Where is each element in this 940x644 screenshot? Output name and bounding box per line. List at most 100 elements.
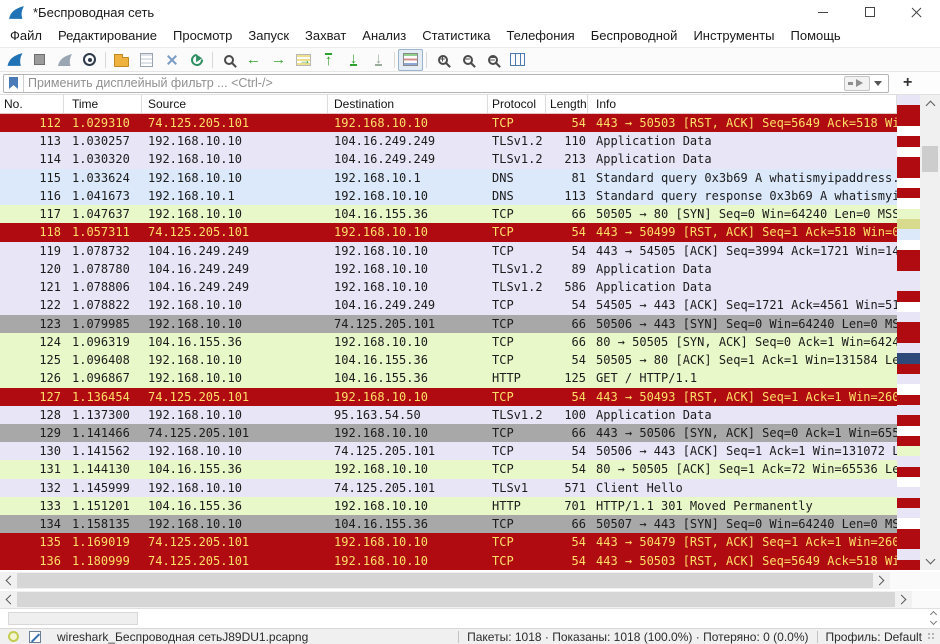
packet-row[interactable]: 1241.096319104.16.155.36192.168.10.10TCP… — [0, 333, 897, 351]
packet-row[interactable]: 1201.078780104.16.249.249192.168.10.10TL… — [0, 260, 897, 278]
save-file-button[interactable] — [134, 49, 159, 71]
vertical-scroll-thumb[interactable] — [922, 146, 938, 172]
menu-item-tools[interactable]: Инструменты — [685, 25, 782, 46]
packet-row[interactable]: 1331.151201104.16.155.36192.168.10.10HTT… — [0, 497, 897, 515]
reload-file-button[interactable] — [184, 49, 209, 71]
close-button[interactable] — [893, 0, 940, 24]
packet-row[interactable]: 1311.144130104.16.155.36192.168.10.10TCP… — [0, 460, 897, 478]
zoom-in-button[interactable]: + — [430, 49, 455, 71]
packet-row[interactable]: 1261.096867192.168.10.10104.16.155.36HTT… — [0, 369, 897, 387]
zoom-out-button[interactable]: − — [455, 49, 480, 71]
menu-item-help[interactable]: Помощь — [783, 25, 849, 46]
scroll-up-button[interactable] — [920, 95, 940, 112]
packet-row[interactable]: 1271.13645474.125.205.101192.168.10.10TC… — [0, 388, 897, 406]
packet-row[interactable]: 1351.16901974.125.205.101192.168.10.10TC… — [0, 533, 897, 551]
maximize-button[interactable] — [846, 0, 893, 24]
find-packet-button[interactable] — [216, 49, 241, 71]
minimap-stripe — [897, 498, 920, 508]
filter-bookmark-button[interactable] — [4, 75, 24, 92]
display-filter-input[interactable] — [24, 76, 844, 91]
packet-row[interactable]: 1121.02931074.125.205.101192.168.10.10TC… — [0, 114, 897, 132]
packet-row[interactable]: 1191.078732104.16.249.249192.168.10.10TC… — [0, 242, 897, 260]
scroll-right-button[interactable] — [895, 591, 912, 608]
column-header-length[interactable]: Length — [546, 95, 588, 113]
packet-row[interactable]: 1161.041673192.168.10.1192.168.10.10DNS1… — [0, 187, 897, 205]
packet-row[interactable]: 1141.030320192.168.10.10104.16.249.249TL… — [0, 150, 897, 168]
capture-options-button[interactable] — [77, 49, 102, 71]
start-capture-button[interactable] — [2, 49, 27, 71]
go-forward-button[interactable]: → — [266, 49, 291, 71]
packet-row[interactable]: 1361.18099974.125.205.101192.168.10.10TC… — [0, 552, 897, 570]
horizontal-scrollbar-list[interactable] — [0, 572, 890, 589]
apply-filter-button[interactable] — [844, 76, 870, 91]
packet-row[interactable]: 1211.078806104.16.249.249192.168.10.10TL… — [0, 278, 897, 296]
column-header-info[interactable]: Info — [588, 95, 897, 113]
vertical-scrollbar[interactable] — [920, 95, 940, 570]
stop-capture-button[interactable] — [27, 49, 52, 71]
restart-capture-button[interactable] — [52, 49, 77, 71]
column-header-source[interactable]: Source — [142, 95, 328, 113]
add-filter-button[interactable]: + — [903, 75, 912, 91]
menu-item-wireless[interactable]: Беспроводной — [583, 25, 686, 46]
packet-row[interactable]: 1181.05731174.125.205.101192.168.10.10TC… — [0, 223, 897, 241]
tiny-scrollbar[interactable] — [931, 610, 936, 624]
packet-row[interactable]: 1301.141562192.168.10.1074.125.205.101TC… — [0, 442, 897, 460]
packet-row[interactable]: 1341.158135192.168.10.10104.16.155.36TCP… — [0, 515, 897, 533]
menu-item-go[interactable]: Запуск — [240, 25, 297, 46]
filter-dropdown-caret-icon[interactable] — [874, 81, 882, 90]
resize-grip-icon[interactable] — [928, 633, 936, 641]
menu-item-edit[interactable]: Редактирование — [50, 25, 165, 46]
horizontal-scroll-thumb[interactable] — [17, 573, 873, 588]
packet-row[interactable]: 1221.078822192.168.10.10104.16.249.249TC… — [0, 296, 897, 314]
cell-info: 80 → 50505 [ACK] Seq=1 Ack=72 Win=65536 … — [588, 460, 897, 478]
menu-item-view[interactable]: Просмотр — [165, 25, 240, 46]
stop-square-icon — [34, 54, 45, 65]
scroll-down-button[interactable] — [920, 553, 940, 570]
packet-row[interactable]: 1291.14146674.125.205.101192.168.10.10TC… — [0, 424, 897, 442]
packet-row[interactable]: 1251.096408192.168.10.10104.16.155.36TCP… — [0, 351, 897, 369]
horizontal-scroll-thumb[interactable] — [17, 592, 895, 607]
column-header-protocol[interactable]: Protocol — [488, 95, 546, 113]
colorize-packets-button[interactable] — [398, 49, 423, 71]
cell-source: 192.168.10.10 — [142, 150, 328, 168]
column-header-time[interactable]: Time — [64, 95, 142, 113]
menu-item-file[interactable]: Файл — [2, 25, 50, 46]
menu-item-capture[interactable]: Захват — [297, 25, 354, 46]
packet-row[interactable]: 1321.145999192.168.10.1074.125.205.101TL… — [0, 479, 897, 497]
packet-row[interactable]: 1171.047637192.168.10.10104.16.155.36TCP… — [0, 205, 897, 223]
menu-item-analyze[interactable]: Анализ — [354, 25, 414, 46]
minimap-stripe — [897, 374, 920, 384]
menu-item-statistics[interactable]: Статистика — [414, 25, 498, 46]
minimap-stripe — [897, 260, 920, 270]
go-to-packet-button[interactable] — [291, 49, 316, 71]
zoom-original-button[interactable]: = — [480, 49, 505, 71]
column-header-destination[interactable]: Destination — [328, 95, 488, 113]
horizontal-scrollbar-details[interactable] — [0, 591, 912, 608]
expert-info-icon[interactable] — [8, 631, 19, 642]
open-file-button[interactable] — [109, 49, 134, 71]
packet-row[interactable]: 1131.030257192.168.10.10104.16.249.249TL… — [0, 132, 897, 150]
cell-info: Application Data — [588, 260, 897, 278]
column-header-no[interactable]: No. — [0, 95, 64, 113]
menu-item-telephony[interactable]: Телефония — [498, 25, 582, 46]
capture-comment-icon[interactable] — [29, 631, 41, 643]
packet-row[interactable]: 1231.079985192.168.10.1074.125.205.101TC… — [0, 315, 897, 333]
packet-row[interactable]: 1281.137300192.168.10.1095.163.54.50TLSv… — [0, 406, 897, 424]
resize-columns-button[interactable] — [505, 49, 530, 71]
go-back-button[interactable]: ← — [241, 49, 266, 71]
cell-protocol: TLSv1.2 — [488, 406, 546, 424]
profile-status[interactable]: Профиль: Default — [826, 630, 923, 644]
packet-row[interactable]: 1151.033624192.168.10.10192.168.10.1DNS8… — [0, 169, 897, 187]
packet-minimap[interactable] — [897, 95, 920, 570]
go-first-packet-button[interactable]: ↑ — [316, 49, 341, 71]
cell-destination: 192.168.10.10 — [328, 552, 488, 570]
go-last-packet-button[interactable]: ↓ — [341, 49, 366, 71]
minimize-button[interactable] — [799, 0, 846, 24]
scroll-left-button[interactable] — [0, 572, 17, 589]
scroll-right-button[interactable] — [873, 572, 890, 589]
close-file-button[interactable] — [159, 49, 184, 71]
auto-scroll-button[interactable]: ↓ — [366, 49, 391, 71]
cell-source: 104.16.155.36 — [142, 497, 328, 515]
scroll-left-button[interactable] — [0, 591, 17, 608]
cell-length: 54 — [546, 351, 588, 369]
